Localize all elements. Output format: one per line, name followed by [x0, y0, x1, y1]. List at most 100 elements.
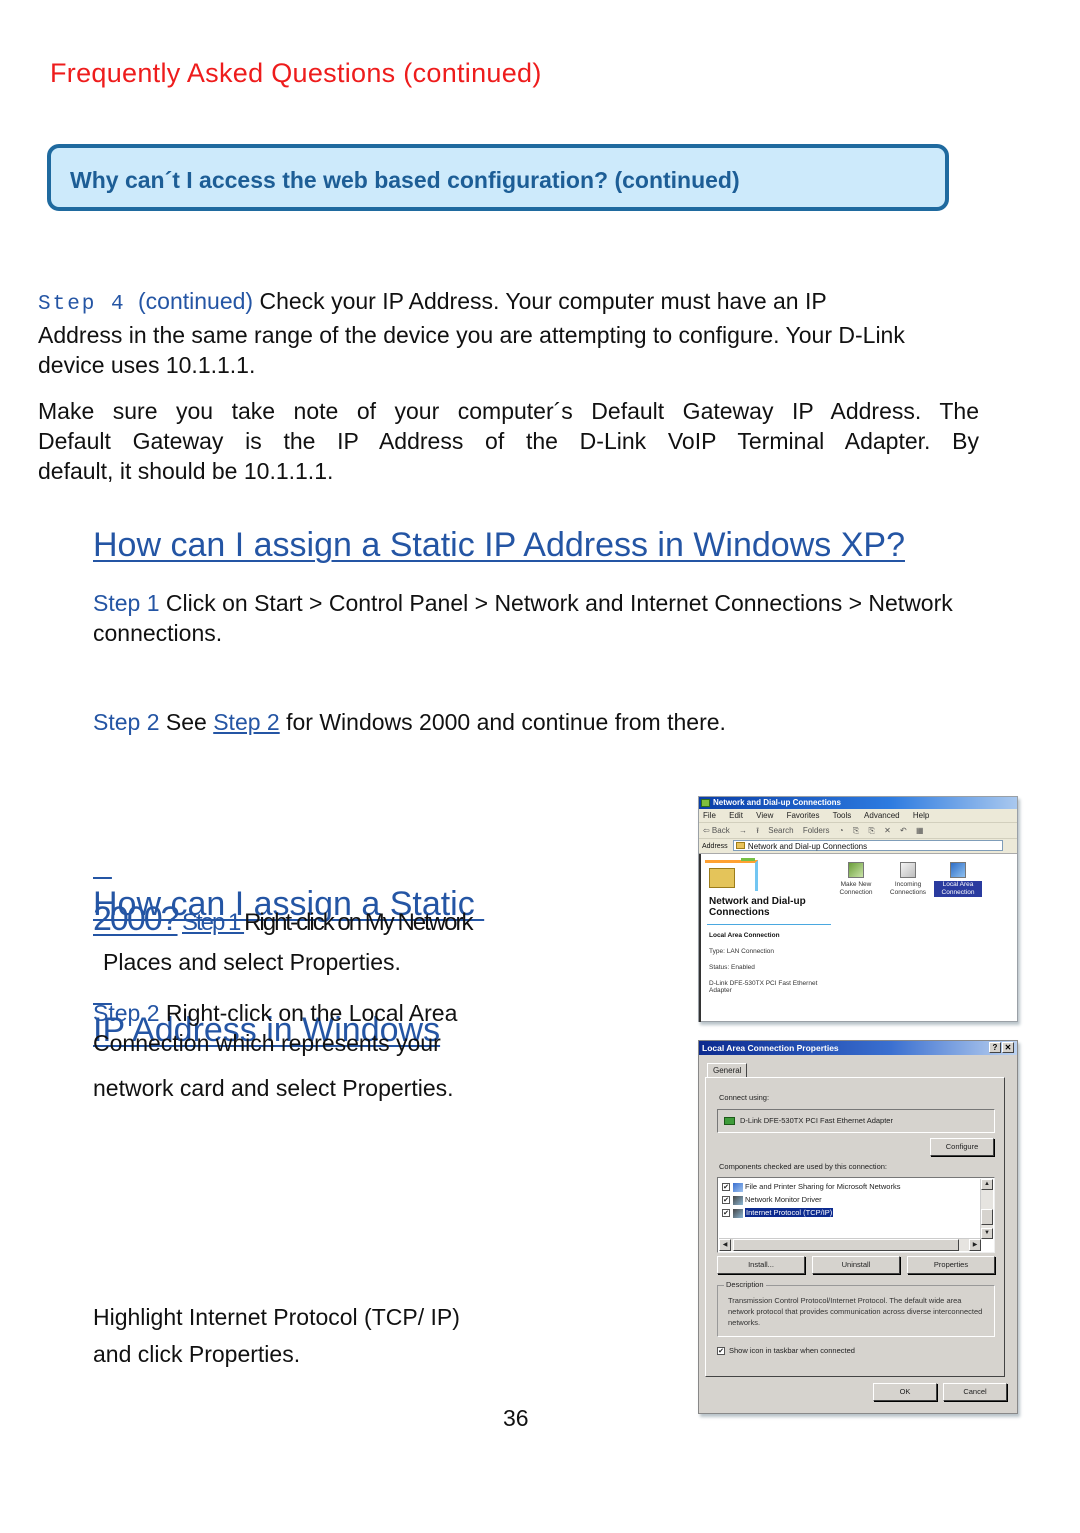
scroll-down-icon[interactable]: ▼ — [981, 1228, 993, 1239]
horizontal-scrollbar[interactable]: ◀ ▶ — [719, 1238, 981, 1251]
banner-title: Network and Dial-up Connections — [709, 896, 806, 918]
move-to-button[interactable]: ⎘ — [853, 826, 859, 835]
banner-decoration-accent — [741, 858, 755, 861]
install-button[interactable]: Install... — [717, 1256, 805, 1274]
dialog-title: Local Area Connection Properties — [702, 1043, 839, 1053]
w2000-step3-text: Highlight Internet Protocol (TCP/ IP) — [93, 1304, 460, 1330]
menu-tools[interactable]: Tools — [833, 811, 852, 820]
toolbar: ⇦ Back → ⭱ Search Folders ◔ ⎘ ⎘ ✕ ↶ ▦ — [699, 823, 1017, 839]
window-title: Network and Dial-up Connections — [713, 798, 842, 807]
gateway-text-3: default, it should be 10.1.1.1. — [38, 458, 334, 484]
scroll-thumb[interactable] — [981, 1209, 993, 1225]
w2000-step2-label: Step 2 — [93, 1000, 160, 1026]
w2000-step3-text-2: and click Properties. — [93, 1341, 301, 1367]
menu-help[interactable]: Help — [913, 811, 929, 820]
xp-step1: Step 1 Click on Start > Control Panel > … — [93, 588, 1053, 648]
make-new-connection-item[interactable]: Make New Connection — [832, 862, 880, 897]
folders-button[interactable]: Folders — [803, 826, 830, 835]
ok-button[interactable]: OK — [873, 1383, 937, 1401]
scroll-up-icon[interactable]: ▲ — [981, 1179, 993, 1190]
xp-step2-link[interactable]: Step 2 — [213, 709, 280, 735]
views-button[interactable]: ▦ — [916, 826, 924, 835]
w2000-step2-text-3: network card and select Properties. — [93, 1075, 454, 1101]
show-icon-label: Show icon in taskbar when connected — [729, 1346, 855, 1355]
w2000-heading-line3[interactable]: 2000? — [93, 900, 180, 938]
search-button[interactable]: Search — [768, 826, 793, 835]
detail-adapter-2: Adapter — [709, 987, 732, 994]
xp-heading[interactable]: How can I assign a Static IP Address in … — [93, 526, 905, 565]
component-label: Network Monitor Driver — [745, 1195, 822, 1204]
component-checkbox[interactable]: ✔ — [722, 1183, 730, 1192]
menu-favorites[interactable]: Favorites — [787, 811, 820, 820]
local-area-connection-item[interactable]: Local Area Connection — [934, 862, 982, 897]
delete-button[interactable]: ✕ — [884, 826, 891, 835]
tab-general[interactable]: General — [707, 1063, 748, 1077]
w2000-step2-text: Right-click on the Local Area — [159, 1000, 458, 1026]
scroll-thumb-horizontal[interactable] — [733, 1239, 959, 1251]
w2000-step1: 2000? Step 1 Right-click on My Network — [93, 900, 473, 939]
w2000-step1-label[interactable]: Step 1 — [182, 909, 244, 936]
w2000-step1-text: Right-click on My Network — [244, 909, 473, 936]
incoming-connections-label: Incoming Connections — [889, 881, 927, 896]
lan-properties-dialog: Local Area Connection Properties ? ✕ Gen… — [698, 1040, 1018, 1414]
w2000-step2-text-2: Connection which represents your — [93, 1030, 441, 1056]
make-new-connection-icon — [848, 862, 864, 878]
back-button[interactable]: ⇦ Back — [703, 826, 730, 835]
detail-type: Type: LAN Connection — [709, 948, 775, 955]
component-checkbox[interactable]: ✔ — [722, 1209, 730, 1218]
xp-step2-text-a: See — [159, 709, 214, 735]
xp-step1-text-2: connections. — [93, 620, 223, 646]
page-number: 36 — [503, 1405, 529, 1431]
make-new-connection-label: Make New Connection — [839, 881, 873, 896]
step4-text-1: Check your IP Address. Your computer mus… — [253, 288, 827, 314]
question-title: Why can´t I access the web based configu… — [70, 167, 740, 193]
component-item[interactable]: ✔ File and Printer Sharing for Microsoft … — [722, 1181, 900, 1192]
help-button[interactable]: ? — [989, 1042, 1001, 1053]
gateway-text-2: Default Gateway is the IP Address of the… — [38, 428, 979, 454]
scroll-left-icon[interactable]: ◀ — [719, 1239, 731, 1251]
components-label: Components checked are used by this conn… — [719, 1162, 888, 1171]
uninstall-button[interactable]: Uninstall — [812, 1256, 900, 1274]
local-area-connection-icon — [950, 862, 966, 878]
folder-icon — [735, 842, 745, 850]
vertical-scrollbar[interactable]: ▲ ▼ — [980, 1179, 993, 1239]
step4-continued: (continued) — [138, 288, 254, 314]
history-button[interactable]: ◔ — [839, 826, 844, 835]
step4-text-3: device uses 10.1.1.1. — [38, 352, 256, 378]
address-field[interactable]: Network and Dial-up Connections — [732, 840, 1003, 852]
show-icon-option[interactable]: ✔ Show icon in taskbar when connected — [717, 1346, 855, 1356]
scroll-right-icon[interactable]: ▶ — [969, 1239, 981, 1251]
configure-button[interactable]: Configure — [930, 1138, 994, 1156]
file-printer-sharing-icon — [733, 1182, 743, 1192]
menu-view[interactable]: View — [756, 811, 773, 820]
component-checkbox[interactable]: ✔ — [722, 1196, 730, 1205]
component-item[interactable]: ✔ Network Monitor Driver — [722, 1194, 822, 1205]
menu-edit[interactable]: Edit — [729, 811, 743, 820]
component-label: Internet Protocol (TCP/IP) — [745, 1208, 834, 1217]
address-bar: Address Network and Dial-up Connections — [699, 839, 1017, 854]
gateway-paragraph: Make sure you take note of your computer… — [38, 396, 979, 486]
properties-button[interactable]: Properties — [907, 1256, 995, 1274]
detail-status: Status: Enabled — [709, 964, 755, 971]
cancel-button[interactable]: Cancel — [943, 1383, 1007, 1401]
menu-advanced[interactable]: Advanced — [864, 811, 900, 820]
step4-text-2: Address in the same range of the device … — [38, 322, 905, 348]
close-button[interactable]: ✕ — [1002, 1042, 1014, 1053]
connect-using-label: Connect using: — [719, 1093, 770, 1102]
step4-label: Step 4 — [38, 293, 126, 316]
banner-title-2: Connections — [709, 907, 770, 918]
forward-button[interactable]: → — [739, 826, 747, 835]
component-item-selected[interactable]: ✔ Internet Protocol (TCP/IP) — [722, 1207, 834, 1218]
step4-paragraph: Step 4 (continued) Check your IP Address… — [38, 286, 1028, 380]
copy-to-button[interactable]: ⎘ — [868, 826, 874, 835]
incoming-connections-item[interactable]: Incoming Connections — [884, 862, 932, 897]
question-box: Why can´t I access the web based configu… — [47, 144, 949, 211]
up-folder-button[interactable]: ⭱ — [756, 826, 759, 835]
detail-adapter-1: D-Link DFE-530TX PCI Fast Ethernet — [709, 980, 818, 987]
show-icon-checkbox[interactable]: ✔ — [717, 1347, 725, 1356]
banner-divider — [707, 924, 831, 925]
w2000-step3: Highlight Internet Protocol (TCP/ IP) an… — [93, 1299, 460, 1373]
undo-button[interactable]: ↶ — [900, 826, 907, 835]
section-title: Frequently Asked Questions (continued) — [50, 58, 542, 88]
menu-file[interactable]: File — [703, 811, 716, 820]
